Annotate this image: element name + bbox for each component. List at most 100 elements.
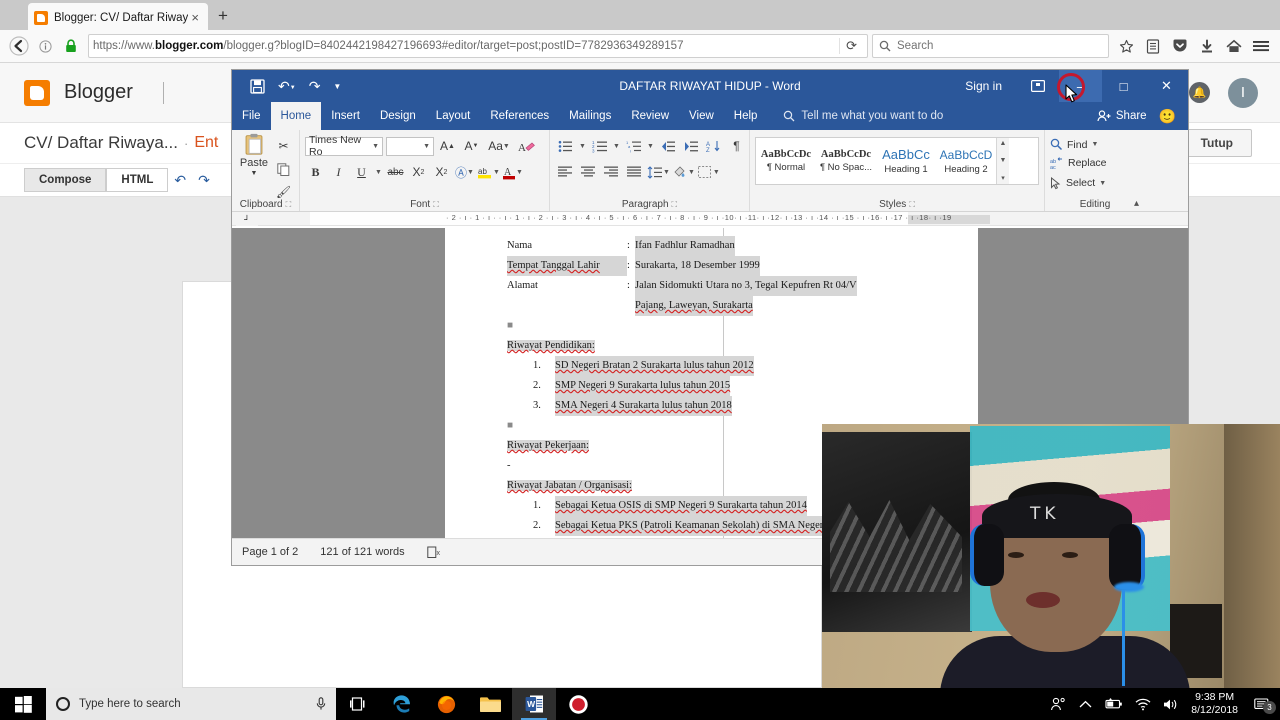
show-hidden-icons-icon[interactable]	[1079, 700, 1092, 709]
new-tab-button[interactable]: +	[218, 6, 228, 30]
start-button[interactable]	[0, 688, 46, 720]
numbering-options-icon[interactable]: ▼	[612, 135, 621, 157]
close-button[interactable]: ✕	[1145, 70, 1188, 102]
avatar[interactable]: I	[1228, 77, 1258, 108]
battery-icon[interactable]	[1104, 698, 1123, 710]
style-normal[interactable]: AaBbCcDc ¶ Normal	[756, 138, 816, 184]
align-right-button[interactable]	[601, 161, 622, 183]
tab-review[interactable]: Review	[621, 102, 679, 130]
home-icon[interactable]	[1221, 33, 1247, 59]
file-explorer-icon[interactable]	[468, 688, 512, 720]
undo-icon[interactable]: ↶	[168, 172, 192, 189]
notifications-bell-icon[interactable]: 🔔	[1189, 82, 1210, 103]
notification-center-button[interactable]: 3	[1250, 697, 1276, 714]
borders-button[interactable]: ▼	[697, 161, 720, 183]
change-case-button[interactable]: Aa ▼	[485, 135, 513, 157]
multilevel-list-button[interactable]: 1ai	[623, 135, 644, 157]
text-effects-button[interactable]: Ⓐ ▼	[454, 161, 475, 183]
multilevel-options-icon[interactable]: ▼	[646, 135, 655, 157]
styles-scroll-controls[interactable]: ▲ ▼ ▾	[996, 138, 1009, 184]
feedback-emoji-icon[interactable]: 🙂	[1159, 102, 1188, 130]
italic-button[interactable]: I	[328, 161, 349, 183]
shading-button[interactable]: ▼	[672, 161, 695, 183]
underline-options-icon[interactable]: ▼	[374, 161, 383, 183]
strikethrough-button[interactable]: abc	[385, 161, 406, 183]
people-icon[interactable]	[1050, 697, 1067, 711]
tell-me-search[interactable]: Tell me what you want to do	[783, 102, 943, 130]
taskbar-search-box[interactable]: Type here to search	[46, 688, 336, 720]
tab-insert[interactable]: Insert	[321, 102, 370, 130]
tab-references[interactable]: References	[480, 102, 559, 130]
chevron-down-icon[interactable]: ▼	[1099, 180, 1106, 187]
tab-compose[interactable]: Compose	[24, 168, 107, 192]
reload-icon[interactable]: ⟳	[839, 38, 863, 54]
align-left-button[interactable]	[555, 161, 576, 183]
styles-more-icon[interactable]: ▾	[1001, 174, 1005, 182]
maximize-button[interactable]: □	[1102, 70, 1145, 102]
clock[interactable]: 9:38 PM 8/12/2018	[1191, 691, 1238, 717]
library-icon[interactable]	[1140, 33, 1166, 59]
horizontal-ruler[interactable]: ┘ · 2 · ı · 1 · ı · · ı · 1 · ı · 2 · ı …	[232, 212, 1188, 226]
menu-icon[interactable]	[1248, 33, 1274, 59]
show-formatting-marks-button[interactable]: ¶	[726, 135, 747, 157]
shrink-font-button[interactable]: A ▼	[461, 135, 482, 157]
superscript-button[interactable]: X2	[431, 161, 452, 183]
browser-tab[interactable]: Blogger: CV/ Daftar Riway... ×	[28, 3, 208, 30]
close-post-button[interactable]: Tutup	[1181, 129, 1252, 157]
undo-icon[interactable]: ↶▼	[278, 78, 296, 95]
sign-in-link[interactable]: Sign in	[965, 79, 1002, 93]
replace-button[interactable]: ab ac Replace	[1050, 153, 1140, 173]
address-bar[interactable]: https://www.blogger.com/blogger.g?blogID…	[88, 34, 868, 58]
text-highlight-button[interactable]: ab ▼	[477, 161, 500, 183]
share-button[interactable]: Share	[1097, 102, 1159, 130]
grow-font-button[interactable]: A ▲	[437, 135, 458, 157]
align-center-button[interactable]	[578, 161, 599, 183]
proofing-errors-icon[interactable]: x	[426, 546, 443, 559]
bullets-options-icon[interactable]: ▼	[578, 135, 587, 157]
font-size-select[interactable]: ▼	[386, 136, 434, 156]
collapse-ribbon-button[interactable]: ▴	[1134, 198, 1139, 209]
paste-button[interactable]: Paste ▼	[237, 133, 271, 177]
page-title[interactable]: CV/ Daftar Riwaya...	[24, 133, 178, 153]
page-info-icon[interactable]	[32, 33, 58, 59]
downloads-icon[interactable]	[1194, 33, 1220, 59]
close-icon[interactable]: ×	[188, 11, 202, 24]
microphone-icon[interactable]	[316, 697, 326, 711]
chevron-down-icon[interactable]: ▼	[251, 170, 258, 177]
customize-qat-icon[interactable]: ▼	[333, 82, 341, 91]
volume-icon[interactable]	[1163, 698, 1179, 711]
bullets-button[interactable]	[555, 135, 576, 157]
page-number-status[interactable]: Page 1 of 2	[242, 546, 298, 558]
microsoft-word-icon[interactable]: W	[512, 688, 556, 720]
scroll-down-icon[interactable]: ▼	[1000, 157, 1007, 164]
minimize-button[interactable]: –	[1059, 70, 1102, 102]
microsoft-edge-icon[interactable]	[380, 688, 424, 720]
style-heading-1[interactable]: AaBbCс Heading 1	[876, 138, 936, 184]
increase-indent-button[interactable]	[680, 135, 701, 157]
word-count-status[interactable]: 121 of 121 words	[320, 546, 404, 558]
back-arrow-icon[interactable]	[6, 33, 32, 59]
line-spacing-button[interactable]: ▼	[647, 161, 670, 183]
subscript-button[interactable]: X2	[408, 161, 429, 183]
tab-mailings[interactable]: Mailings	[559, 102, 621, 130]
wifi-icon[interactable]	[1135, 698, 1151, 711]
save-icon[interactable]	[250, 78, 265, 94]
copy-button[interactable]	[273, 158, 294, 180]
search-input[interactable]: Search	[872, 34, 1109, 58]
underline-button[interactable]: U	[351, 161, 372, 183]
chevron-down-icon[interactable]: ▼	[1091, 141, 1098, 148]
star-icon[interactable]	[1113, 33, 1139, 59]
find-button[interactable]: Find ▼	[1050, 133, 1140, 153]
clear-formatting-button[interactable]: A	[516, 135, 537, 157]
style-heading-2[interactable]: AaBbCcD Heading 2	[936, 138, 996, 184]
scroll-up-icon[interactable]: ▲	[1000, 140, 1007, 147]
pocket-icon[interactable]	[1167, 33, 1193, 59]
ribbon-display-options-icon[interactable]	[1016, 70, 1059, 102]
firefox-icon[interactable]	[424, 688, 468, 720]
task-view-button[interactable]	[336, 688, 380, 720]
sort-button[interactable]: AZ	[703, 135, 724, 157]
tab-help[interactable]: Help	[724, 102, 768, 130]
tab-view[interactable]: View	[679, 102, 724, 130]
tab-html[interactable]: HTML	[106, 168, 169, 192]
redo-icon[interactable]: ↷	[309, 78, 321, 95]
